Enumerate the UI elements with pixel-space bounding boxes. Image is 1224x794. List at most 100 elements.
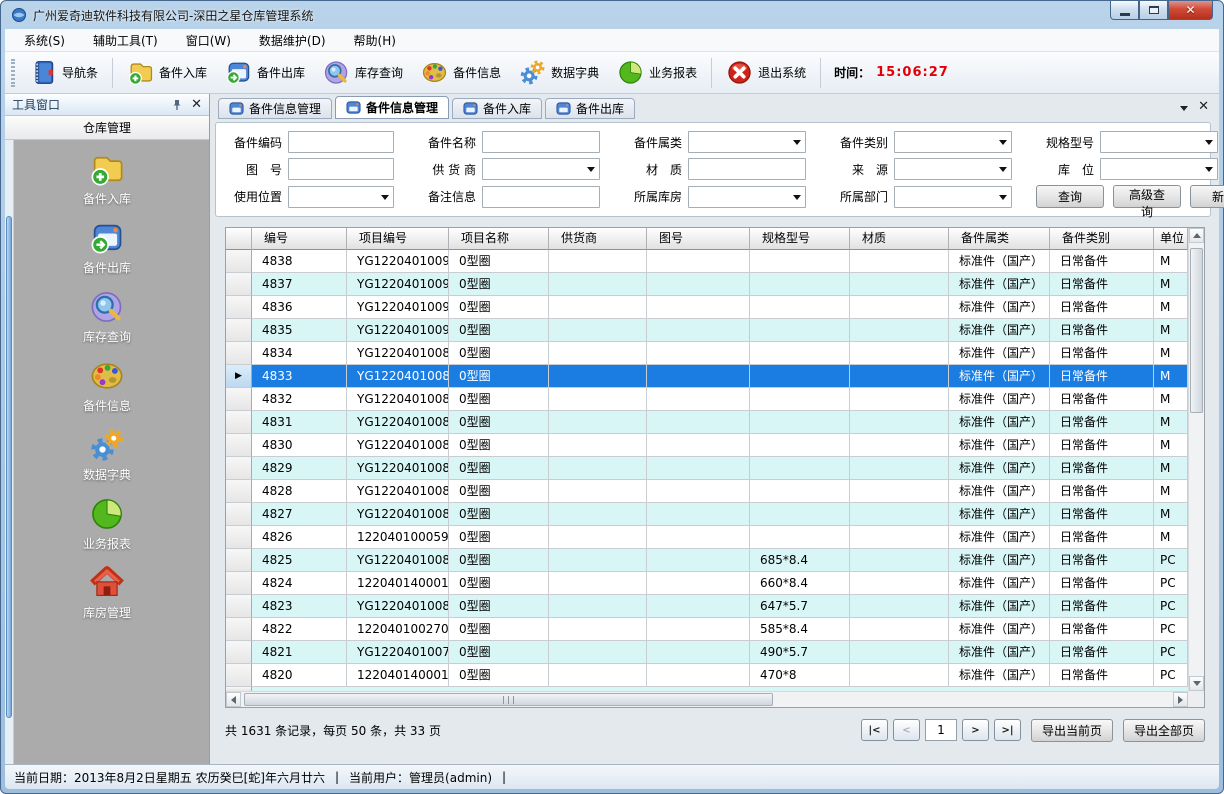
row-header-cell[interactable] [226, 411, 252, 434]
row-header-cell[interactable] [226, 342, 252, 365]
column-header-3[interactable]: 项目名称 [449, 228, 549, 250]
column-header-9[interactable]: 备件类别 [1050, 228, 1154, 250]
table-row-4830[interactable]: 4830YG122040100850型圈标准件（国产）日常备件M [226, 434, 1188, 457]
table-row-4822[interactable]: 482212204010027000型圈585*8.4标准件（国产）日常备件PC [226, 618, 1188, 641]
sidebar-scrollbar[interactable] [5, 140, 14, 764]
menu-item-4[interactable]: 数据维护(D) [248, 29, 337, 52]
export-all-pages-button[interactable]: 导出全部页 [1123, 719, 1205, 742]
part-name-input[interactable] [482, 131, 600, 153]
advanced-query-button[interactable]: 高级查询 [1113, 185, 1181, 208]
scroll-up-icon[interactable] [1189, 228, 1204, 243]
row-header-cell[interactable] [226, 526, 252, 549]
row-header-cell[interactable] [226, 549, 252, 572]
menu-item-2[interactable]: 辅助工具(T) [82, 29, 169, 52]
table-row-4820[interactable]: 482012204014000130型圈470*8标准件（国产）日常备件PC [226, 664, 1188, 687]
sidebar-item-inventory-query[interactable]: 库存查询 [47, 289, 167, 345]
tab-4[interactable]: 备件出库 [545, 98, 635, 119]
toolbar-button-business-report[interactable]: 业务报表 [608, 55, 706, 90]
table-row-4825[interactable]: 4825YG122040100810型圈685*8.4标准件（国产）日常备件PC [226, 549, 1188, 572]
column-header-6[interactable]: 规格型号 [750, 228, 850, 250]
department-select[interactable] [894, 186, 1012, 208]
column-header-4[interactable]: 供货商 [549, 228, 647, 250]
sidebar-item-business-report[interactable]: 业务报表 [47, 496, 167, 552]
material-input[interactable] [688, 158, 806, 180]
column-header-10[interactable]: 单位 [1154, 228, 1188, 250]
scroll-down-icon[interactable] [1189, 676, 1204, 691]
column-header-8[interactable]: 备件属类 [949, 228, 1050, 250]
supplier-select[interactable] [482, 158, 600, 180]
menu-item-5[interactable]: 帮助(H) [343, 29, 407, 52]
remark-input[interactable] [482, 186, 600, 208]
last-page-button[interactable]: >| [994, 719, 1021, 741]
row-header-cell[interactable] [226, 434, 252, 457]
sidebar-close-icon[interactable]: ✕ [191, 98, 202, 111]
row-header-cell[interactable] [226, 664, 252, 687]
table-row-4832[interactable]: 4832YG122040100870型圈标准件（国产）日常备件M [226, 388, 1188, 411]
table-row-4821[interactable]: 4821YG122040100790型圈490*5.7标准件（国产）日常备件PC [226, 641, 1188, 664]
drawing-no-input[interactable] [288, 158, 394, 180]
column-header-2[interactable]: 项目编号 [347, 228, 449, 250]
table-row-4837[interactable]: 4837YG122040100920型圈标准件（国产）日常备件M [226, 273, 1188, 296]
table-row-4827[interactable]: 4827YG122040100820型圈标准件（国产）日常备件M [226, 503, 1188, 526]
row-header-cell[interactable] [226, 480, 252, 503]
toolbar-button-parts-info[interactable]: 备件信息 [412, 55, 510, 90]
sidebar-item-parts-info[interactable]: 备件信息 [47, 358, 167, 414]
table-row-4834[interactable]: 4834YG122040100890型圈标准件（国产）日常备件M [226, 342, 1188, 365]
toolbar-button-parts-outbound[interactable]: 备件出库 [216, 55, 314, 90]
export-current-page-button[interactable]: 导出当前页 [1031, 719, 1113, 742]
toolbar-button-data-dictionary[interactable]: 数据字典 [510, 55, 608, 90]
source-select[interactable] [894, 158, 1012, 180]
column-header-5[interactable]: 图号 [647, 228, 750, 250]
column-header-7[interactable]: 材质 [850, 228, 949, 250]
sidebar-item-warehouse-mgmt[interactable]: 库房管理 [47, 565, 167, 621]
close-button[interactable]: ✕ [1168, 1, 1213, 20]
vertical-scrollbar-thumb[interactable] [1190, 248, 1203, 413]
row-header-cell[interactable] [226, 296, 252, 319]
row-header-cell[interactable] [226, 503, 252, 526]
toolbar-button-inventory-query[interactable]: 库存查询 [314, 55, 412, 90]
scroll-right-icon[interactable] [1173, 692, 1188, 707]
table-row-4838[interactable]: 4838YG122040100930型圈标准件（国产）日常备件M [226, 250, 1188, 273]
part-genus-select[interactable] [688, 131, 806, 153]
menu-item-1[interactable]: 系统(S) [13, 29, 76, 52]
query-button[interactable]: 查询 [1036, 185, 1104, 208]
toolbar-grip-icon[interactable] [11, 59, 15, 87]
first-page-button[interactable]: |< [861, 719, 888, 741]
sidebar-item-data-dictionary[interactable]: 数据字典 [47, 427, 167, 483]
sidebar-item-parts-outbound[interactable]: 备件出库 [47, 220, 167, 276]
sidebar-item-parts-inbound[interactable]: 备件入库 [47, 151, 167, 207]
toolbar-button-parts-inbound[interactable]: 备件入库 [118, 55, 216, 90]
usage-position-select[interactable] [288, 186, 394, 208]
new-button[interactable]: 新建 [1190, 185, 1224, 208]
spec-model-select[interactable] [1100, 131, 1218, 153]
scroll-left-icon[interactable] [226, 692, 241, 707]
table-row-4833[interactable]: ▶4833YG122040100880型圈标准件（国产）日常备件M [226, 365, 1188, 388]
row-header-cell[interactable] [226, 595, 252, 618]
table-row-4824[interactable]: 482412204014000120型圈660*8.4标准件（国产）日常备件PC [226, 572, 1188, 595]
menu-item-3[interactable]: 窗口(W) [175, 29, 242, 52]
table-row-4828[interactable]: 4828YG122040100830型圈标准件（国产）日常备件M [226, 480, 1188, 503]
row-header-cell[interactable] [226, 457, 252, 480]
maximize-button[interactable] [1139, 1, 1168, 20]
tab-list-dropdown-icon[interactable] [1180, 106, 1188, 111]
table-row-4835[interactable]: 4835YG122040100900型圈标准件（国产）日常备件M [226, 319, 1188, 342]
next-page-button[interactable]: > [962, 719, 989, 741]
vertical-scrollbar[interactable] [1188, 228, 1204, 691]
table-row-4836[interactable]: 4836YG122040100910型圈标准件（国产）日常备件M [226, 296, 1188, 319]
tab-1[interactable]: 备件信息管理 [218, 98, 332, 119]
horizontal-scrollbar[interactable] [226, 691, 1188, 707]
table-row-4829[interactable]: 4829YG122040100840型圈标准件（国产）日常备件M [226, 457, 1188, 480]
sidebar-section-header[interactable]: 仓库管理 [5, 116, 209, 140]
sidebar-scrollbar-thumb[interactable] [6, 216, 12, 718]
part-category-select[interactable] [894, 131, 1012, 153]
page-number-input[interactable] [925, 719, 957, 741]
row-header-cell[interactable] [226, 388, 252, 411]
row-header-cell[interactable] [226, 572, 252, 595]
tab-close-icon[interactable]: ✕ [1198, 100, 1209, 113]
row-header-cell[interactable] [226, 273, 252, 296]
toolbar-button-navbar[interactable]: 导航条 [21, 55, 107, 90]
row-header-cell[interactable] [226, 641, 252, 664]
pin-icon[interactable] [171, 99, 183, 111]
minimize-button[interactable] [1110, 1, 1139, 20]
table-row-4823[interactable]: 4823YG122040100800型圈647*5.7标准件（国产）日常备件PC [226, 595, 1188, 618]
